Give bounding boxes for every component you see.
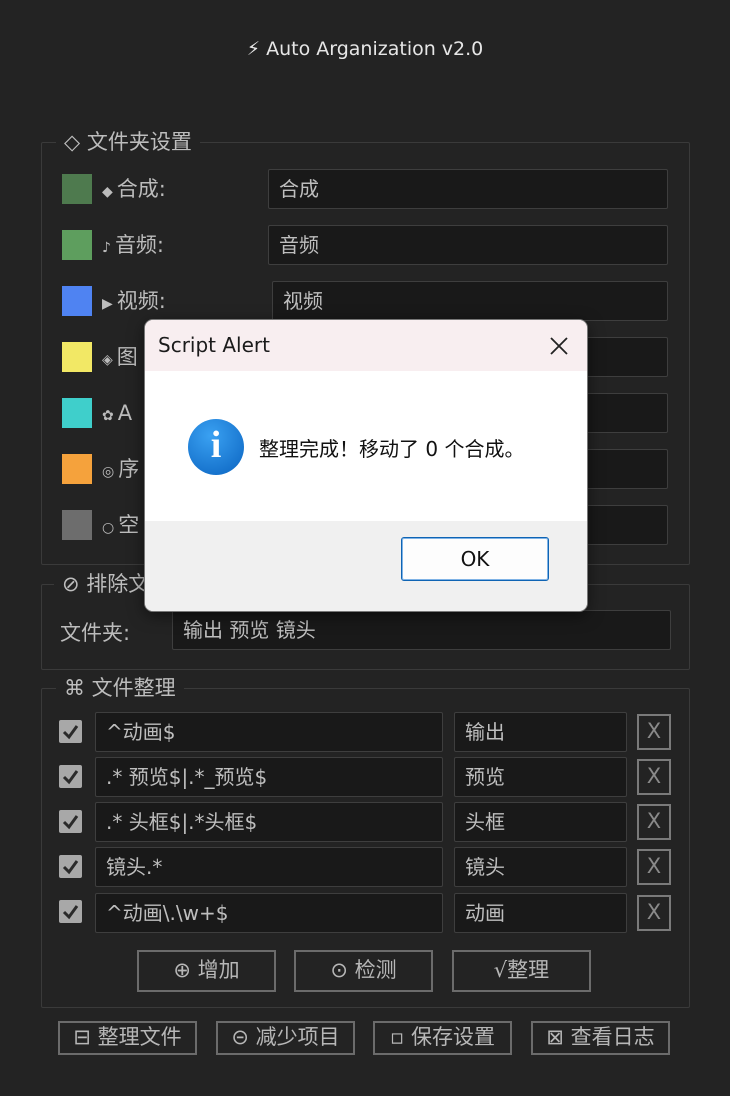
exclude-field-label: 文件夹: [60,621,131,645]
rule-target-input[interactable]: 输出 [454,712,627,752]
folder-type-comp: ◆ 合成: [102,177,166,201]
rule-remove-button[interactable]: X [637,895,671,931]
save-settings-button[interactable]: ▫ 保存设置 [373,1021,512,1055]
rule-target-input[interactable]: 镜头 [454,847,627,887]
color-swatch-solid[interactable] [62,510,92,540]
rule-remove-button[interactable]: X [637,714,671,750]
rule-checkbox[interactable] [59,810,82,833]
color-swatch-video[interactable] [62,286,92,316]
add-rule-button[interactable]: ⊕ 增加 [137,950,276,992]
rule-target-input[interactable]: 动画 [454,893,627,933]
app-title: ⚡ Auto Arganization v2.0 [246,38,484,60]
color-swatch-sequence[interactable] [62,454,92,484]
detect-button[interactable]: ⊙ 检测 [294,950,433,992]
rule-remove-button[interactable]: X [637,849,671,885]
exclude-folders-input[interactable]: 输出 预览 镜头 [172,610,671,650]
folder-type-solid: ○ 空 [102,513,140,537]
rule-pattern-input[interactable]: ^动画\.\w+$ [95,893,443,933]
color-swatch-image[interactable] [62,342,92,372]
rule-target-input[interactable]: 头框 [454,802,627,842]
dialog-title: Script Alert [158,333,270,357]
rule-pattern-input[interactable]: ^动画$ [95,712,443,752]
folder-type-audio: ♪ 音频: [102,233,165,257]
rule-pattern-input[interactable]: 镜头.* [95,847,443,887]
script-alert-dialog: Script Alert i 整理完成！移动了 0 个合成。 OK [145,320,587,611]
info-icon: i [188,419,244,475]
organize-files-button[interactable]: ⊟ 整理文件 [58,1021,197,1055]
rule-checkbox[interactable] [59,900,82,923]
rule-remove-button[interactable]: X [637,759,671,795]
rule-checkbox[interactable] [59,720,82,743]
folder-type-ai: ✿ A [102,401,133,425]
close-icon[interactable] [547,334,571,358]
video-folder-input[interactable]: 视频 [272,281,668,321]
organize-label: ⌘ 文件整理 [56,675,184,701]
rule-target-input[interactable]: 预览 [454,757,627,797]
exclude-label: ⊘ 排除文 [54,571,158,597]
audio-folder-input[interactable]: 音频 [268,225,668,265]
organize-rules-button[interactable]: √整理 [452,950,591,992]
color-swatch-comp[interactable] [62,174,92,204]
dialog-title-bar: Script Alert [145,320,587,371]
comp-folder-input[interactable]: 合成 [268,169,668,209]
reduce-items-button[interactable]: ⊝ 减少项目 [216,1021,355,1055]
view-log-button[interactable]: ⊠ 查看日志 [531,1021,670,1055]
dialog-footer: OK [145,521,587,611]
color-swatch-audio[interactable] [62,230,92,260]
rule-remove-button[interactable]: X [637,804,671,840]
color-swatch-ai[interactable] [62,398,92,428]
folder-type-image: ◈ 图 [102,345,138,369]
rule-checkbox[interactable] [59,765,82,788]
rule-pattern-input[interactable]: .* 预览$|.*_预览$ [95,757,443,797]
folder-type-video: ▶ 视频: [102,289,166,313]
rule-pattern-input[interactable]: .* 头框$|.*头框$ [95,802,443,842]
rule-checkbox[interactable] [59,855,82,878]
ok-button[interactable]: OK [401,537,549,581]
dialog-message: 整理完成！移动了 0 个合成。 [259,437,525,461]
folder-type-sequence: ◎ 序 [102,457,140,481]
folder-settings-label: ◇ 文件夹设置 [56,129,200,155]
